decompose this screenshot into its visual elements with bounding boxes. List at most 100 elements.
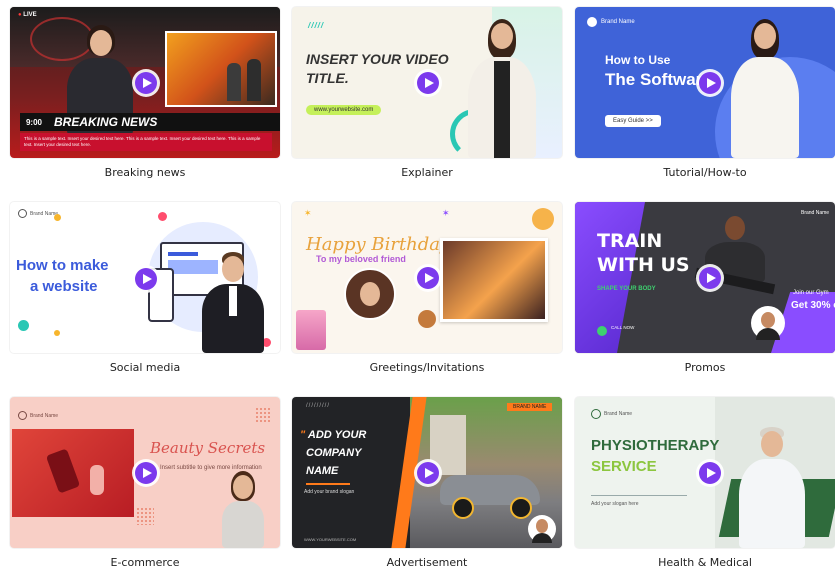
advert-website: WWW.YOURWEBSITE.COM [304,537,357,542]
play-icon [707,273,716,283]
play-button[interactable] [699,72,721,94]
avatar [528,515,556,543]
cake-photo [440,238,548,322]
play-icon [707,468,716,478]
play-button[interactable] [417,267,439,289]
template-thumbnail[interactable]: Brand Name PHYSIOTHERAPY SERVICE Add you… [575,397,835,548]
play-button[interactable] [417,72,439,94]
template-card-advertisement[interactable]: ///////// " ADD YOUR COMPANY NAME Add yo… [292,397,562,569]
greeting-subtitle: To my beloved friend [316,254,406,264]
brand-logo-icon [18,411,27,420]
deco-star: ✶ [304,208,312,218]
presenter-figure [725,17,805,158]
play-button[interactable] [699,462,721,484]
balloon-illustration [532,208,554,230]
play-icon [143,78,152,88]
deco-dot [54,330,60,336]
template-card-greetings[interactable]: Happy Birthday To my beloved friend ✶ ✶ … [292,202,562,374]
deco-dots [255,407,271,423]
advert-slogan: Add your brand slogan [304,489,355,495]
play-button[interactable] [699,267,721,289]
template-card-ecommerce[interactable]: Brand Name Beauty Secrets Insert subtitl… [10,397,280,569]
health-title-line2: SERVICE [591,458,657,475]
template-thumbnail[interactable]: TRAIN WITH US SHAPE YOUR BODY CALL NOW B… [575,202,835,353]
template-thumbnail[interactable]: Brand Name Beauty Secrets Insert subtitl… [10,397,280,548]
advert-title-line1: " ADD YOUR [300,429,367,441]
play-icon [425,78,434,88]
template-caption: Explainer [401,166,453,179]
template-card-explainer[interactable]: ///// INSERT YOUR VIDEO TITLE. www.yourw… [292,7,562,179]
discount-text: Get 30% off [791,300,835,311]
template-caption: Tutorial/How-to [663,166,747,179]
easy-guide-button: Easy Guide >> [605,115,661,127]
play-button[interactable] [135,268,157,290]
explainer-title-line1: INSERT YOUR VIDEO [306,51,449,67]
template-card-health-medical[interactable]: Brand Name PHYSIOTHERAPY SERVICE Add you… [575,397,835,569]
brand-row: Brand Name [18,209,58,218]
deco-dot [18,320,29,331]
phone-icon [597,326,607,336]
brand-badge: BRAND NAME [507,403,553,411]
cake-illustration [296,310,326,350]
brand-row: Brand Name [591,409,632,419]
template-card-tutorial[interactable]: Brand Name How to Use The Software Easy … [575,7,835,179]
call-label: CALL NOW [611,325,635,330]
deco-dots [136,507,154,525]
template-caption: Breaking news [104,166,186,179]
template-thumbnail[interactable]: ///////// " ADD YOUR COMPANY NAME Add yo… [292,397,562,548]
presenter-figure [464,17,540,158]
divider [306,483,350,485]
play-icon [707,78,716,88]
play-icon [425,273,434,283]
template-thumbnail[interactable]: Brand Name How to make a website [10,202,280,353]
template-thumbnail[interactable]: Brand Name How to Use The Software Easy … [575,7,835,158]
template-card-social-media[interactable]: Brand Name How to make a website Social … [10,202,280,374]
template-caption: Promos [684,361,726,374]
social-title-line2: a website [30,278,98,295]
advert-title-line2: COMPANY [306,447,362,459]
play-icon [143,274,152,284]
template-caption: Advertisement [386,556,468,569]
health-title-line1: PHYSIOTHERAPY [591,437,720,454]
deco-dot [54,214,61,221]
brand-name: Brand Name [801,210,830,216]
template-thumbnail[interactable]: ///// INSERT YOUR VIDEO TITLE. www.yourw… [292,7,562,158]
play-icon [143,468,152,478]
advert-title-line3: NAME [306,465,339,477]
website-pill: www.yourwebsite.com [306,105,382,115]
template-card-breaking-news[interactable]: ● LIVE 9:00 BREAKING NEWS This is a samp… [10,7,280,179]
template-thumbnail[interactable]: Happy Birthday To my beloved friend ✶ ✶ [292,202,562,353]
play-icon [425,468,434,478]
news-inset-image [165,31,277,107]
promo-title-line2: WITH US [597,254,690,276]
ecommerce-title: Beauty Secrets [150,439,266,457]
product-photo [12,429,134,517]
brand-name: Brand Name [601,19,635,25]
promo-title-line1: TRAIN [597,230,663,252]
deco-star: ✶ [442,208,450,218]
divider [591,495,687,496]
brand-logo-icon [591,409,601,419]
health-slogan: Add your slogan here [591,501,639,507]
template-caption: Greetings/Invitations [369,361,485,374]
template-caption: Social media [109,361,181,374]
brand-row: Brand Name [18,411,58,420]
template-card-promos[interactable]: TRAIN WITH US SHAPE YOUR BODY CALL NOW B… [575,202,835,374]
deco-stripes: ///////// [306,403,331,409]
template-thumbnail[interactable]: ● LIVE 9:00 BREAKING NEWS This is a samp… [10,7,280,158]
play-button[interactable] [135,72,157,94]
promo-tagline: SHAPE YOUR BODY [597,286,656,292]
play-button[interactable] [135,462,157,484]
presenter-figure [200,252,266,353]
social-title-line1: How to make [16,257,109,274]
play-button[interactable] [417,462,439,484]
brand-name: Brand Name [604,411,633,417]
presenter-figure [218,471,268,548]
brand-logo-icon [18,209,27,218]
template-caption: Health & Medical [658,556,752,569]
purple-shape [575,202,645,353]
avatar [751,306,785,340]
time-box: 9:00 [20,113,48,131]
live-label: ● LIVE [18,12,37,18]
explainer-title-line2: TITLE. [306,70,349,86]
